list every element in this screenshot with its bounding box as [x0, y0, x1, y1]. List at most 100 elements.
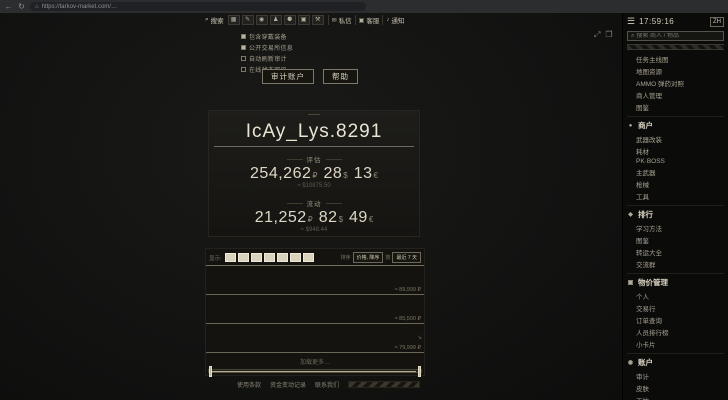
search-control[interactable]: ⌕ 搜索 — [205, 15, 224, 25]
load-more[interactable]: 加载更多… — [206, 357, 424, 366]
notify-button[interactable]: ♪ 通知 — [382, 15, 407, 25]
section-title: 商户 — [638, 120, 653, 131]
sidebar-section-header[interactable]: ◉ 账户 — [627, 356, 724, 370]
audit-options: 包含穿戴装备 公开交易所信息 自动刷新审计 在线状态可见 — [241, 32, 293, 74]
checkbox-option: 自动刷新审计 — [241, 54, 293, 63]
category-tab-4[interactable] — [264, 253, 275, 262]
pen-icon[interactable]: ✎ — [242, 15, 254, 25]
listing-row[interactable]: ≈ 89,999 ₽ — [206, 266, 424, 295]
hamburger-icon[interactable]: ☰ — [627, 16, 635, 27]
sidebar-item[interactable]: 转运大全 — [627, 246, 724, 258]
address-bar[interactable]: ⌂ https://tarkov-market.com/… — [30, 2, 366, 11]
checkbox[interactable] — [241, 56, 246, 61]
slider-handle-left[interactable] — [209, 366, 212, 377]
listing-row[interactable]: ≈ 85,500 ₽ — [206, 295, 424, 324]
footer-link[interactable]: 资金变动记录 — [270, 380, 306, 389]
category-tabs — [225, 253, 314, 262]
action-buttons: 审计账户 帮助 — [262, 69, 358, 84]
message-button[interactable]: ✉ 私信 — [328, 15, 355, 25]
checkbox[interactable] — [241, 45, 246, 50]
listing-rows: ≈ 89,999 ₽ ≈ 85,500 ₽ ≈ 79,999 ₽ — [206, 266, 424, 353]
shield-icon[interactable]: ▣ — [298, 15, 310, 25]
sidebar-item[interactable]: 地图资源 — [627, 65, 724, 77]
category-tab-6[interactable] — [290, 253, 301, 262]
url-text: https://tarkov-market.com/… — [42, 4, 117, 10]
currency-value: 13€ — [354, 165, 378, 183]
range-select[interactable]: 最近 7 天 — [392, 252, 421, 263]
sidebar-item[interactable]: 订单查询 — [627, 314, 724, 326]
sidebar-section: ▣ 物价管理 个人 交易行 订单查询 人员排行榜 小卡片 — [627, 273, 724, 350]
sidebar-item[interactable]: 交易行 — [627, 302, 724, 314]
button-icon: ✉ — [332, 17, 337, 24]
sidebar-item[interactable]: 耗材 — [627, 145, 724, 157]
amount: 82 — [319, 209, 338, 226]
reload-icon[interactable]: ↻ — [17, 0, 26, 13]
image-icon[interactable]: ▦ — [228, 15, 240, 25]
sidebar-section-items: 审计 皮肤 工坊 藏身处 心得 提现 — [627, 370, 724, 400]
help-button[interactable]: 帮助 — [323, 69, 358, 84]
sidebar-search[interactable]: ⌕ — [627, 31, 724, 41]
checkbox[interactable] — [241, 34, 246, 39]
currency-value: 21,252₽ — [255, 209, 313, 227]
category-tab-1[interactable] — [225, 253, 236, 262]
sidebar-item[interactable]: 皮肤 — [627, 382, 724, 394]
card-notch — [308, 114, 320, 115]
user-icon[interactable]: ♟ — [270, 15, 282, 25]
footer-link[interactable]: 使用条款 — [237, 380, 261, 389]
language-button[interactable]: ZH — [710, 17, 724, 27]
sidebar-item[interactable]: AMMO 弹药对照 — [627, 77, 724, 89]
category-tab-5[interactable] — [277, 253, 288, 262]
currency-icon: ₽ — [312, 171, 317, 180]
sidebar-item[interactable]: 主武器 — [627, 166, 724, 178]
sidebar-section-header[interactable]: ▣ 物价管理 — [627, 276, 724, 290]
sidebar-item[interactable]: 工具 — [627, 190, 724, 202]
currency-icon: € — [374, 171, 378, 180]
resize-icon[interactable]: ↘ — [417, 334, 422, 341]
button-label: 客服 — [366, 15, 379, 25]
search-label: 搜索 — [211, 15, 224, 25]
main-area: ⌕ 搜索 ▦ ✎ ◉ ♟ ⚈ ▣ ⚒ ✉ 私信 ▣ 客服 ♪ 通知 ⤢ ❒ 包含… — [0, 13, 622, 400]
category-tab-7[interactable] — [303, 253, 314, 262]
sidebar-item[interactable]: 任务主线图 — [627, 53, 724, 65]
sidebar-search-input[interactable] — [636, 33, 720, 39]
category-tab-2[interactable] — [238, 253, 249, 262]
sidebar-item[interactable]: 人员排行榜 — [627, 326, 724, 338]
back-icon[interactable]: ← — [4, 0, 13, 13]
audit-account-button[interactable]: 审计账户 — [262, 69, 314, 84]
sidebar-item[interactable]: 工坊 — [627, 394, 724, 400]
sidebar-section-header[interactable]: ● 商户 — [627, 119, 724, 133]
button-label: 通知 — [391, 15, 404, 25]
slider-handle-right[interactable] — [418, 366, 421, 377]
sidebar-item[interactable]: 交流群 — [627, 258, 724, 270]
toolbar-buttons: ✉ 私信 ▣ 客服 ♪ 通知 — [328, 15, 408, 25]
camera-icon[interactable]: ⚈ — [284, 15, 296, 25]
panel-button[interactable]: ▣ 客服 — [355, 15, 383, 25]
sidebar-item[interactable]: 审计 — [627, 370, 724, 382]
checkbox[interactable] — [241, 67, 246, 72]
corner-icons: ⤢ ❒ — [594, 30, 613, 40]
overlay-icon[interactable]: ❒ — [605, 30, 612, 40]
sort-select[interactable]: 价格, 降序 — [353, 252, 384, 263]
sidebar-item[interactable]: 学习方法 — [627, 222, 724, 234]
sidebar-item[interactable]: 小卡片 — [627, 338, 724, 350]
sidebar-header: ☰ 17:59:16 ZH — [627, 15, 724, 29]
sidebar-item[interactable]: 商人管理 — [627, 89, 724, 101]
category-tab-3[interactable] — [251, 253, 262, 262]
sidebar-item[interactable]: 个人 — [627, 290, 724, 302]
amount: 13 — [354, 165, 373, 182]
sidebar-item[interactable]: 枪械 — [627, 178, 724, 190]
footer-link[interactable]: 联系我们 — [315, 380, 339, 389]
sidebar-item[interactable]: 图鉴 — [627, 101, 724, 113]
sidebar-section: ◆ 排行 学习方法 图鉴 转运大全 交流群 — [627, 205, 724, 270]
search-icon: ⌕ — [631, 33, 634, 40]
sidebar-item[interactable]: 武器改装 — [627, 133, 724, 145]
amount: 254,262 — [250, 165, 311, 182]
wrench-icon[interactable]: ⚒ — [312, 15, 324, 25]
expand-icon[interactable]: ⤢ — [594, 30, 600, 40]
section-title: 排行 — [638, 209, 653, 220]
target-icon[interactable]: ◉ — [256, 15, 268, 25]
listing-row[interactable]: ≈ 79,999 ₽ — [206, 324, 424, 353]
sidebar-section-header[interactable]: ◆ 排行 — [627, 208, 724, 222]
sidebar-item[interactable]: PK·BOSS — [627, 157, 724, 166]
sidebar-item[interactable]: 图鉴 — [627, 234, 724, 246]
